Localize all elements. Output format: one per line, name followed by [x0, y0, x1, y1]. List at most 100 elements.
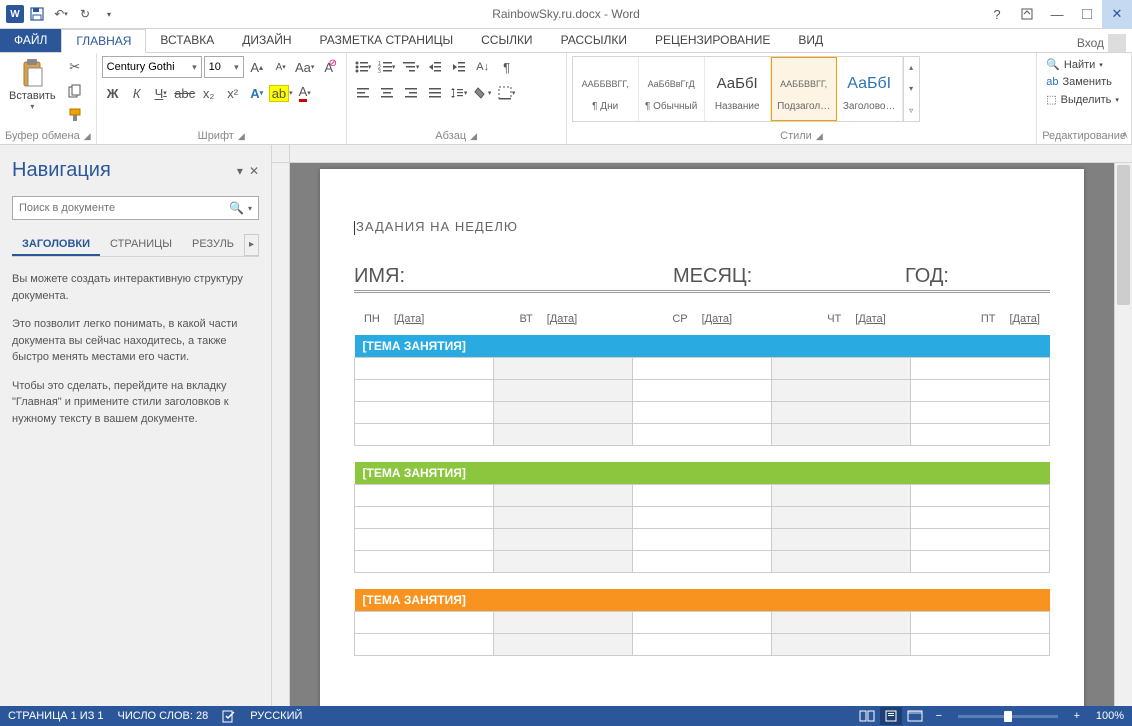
strikethrough-button[interactable]: abc — [174, 82, 196, 104]
tab-design[interactable]: ДИЗАЙН — [228, 28, 305, 52]
format-painter-button[interactable] — [64, 104, 86, 126]
days-row[interactable]: ПН[Дата] ВТ[Дата] СР[Дата] ЧТ[Дата] ПТ[Д… — [354, 313, 1050, 325]
doc-subtitle[interactable]: ЗАДАНИЯ НА НЕДЕЛЮ — [354, 219, 1050, 235]
nav-tab-headings[interactable]: ЗАГОЛОВКИ — [12, 234, 100, 256]
superscript-button[interactable]: x² — [222, 82, 244, 104]
bold-button[interactable]: Ж — [102, 82, 124, 104]
align-left-button[interactable] — [352, 82, 374, 104]
nav-options-button[interactable]: ▾ — [237, 164, 243, 178]
search-options-button[interactable]: ▾ — [248, 204, 252, 213]
save-button[interactable] — [26, 3, 48, 25]
highlight-button[interactable]: ab▾ — [270, 82, 292, 104]
name-field-label[interactable]: ИМЯ: — [354, 265, 673, 288]
line-spacing-button[interactable]: ▾ — [448, 82, 470, 104]
styles-gallery-more[interactable]: ▴▾▿ — [903, 57, 919, 121]
nav-tabs-scroll-right[interactable]: ▸ — [244, 234, 259, 256]
copy-button[interactable] — [64, 80, 86, 102]
numbering-button[interactable]: 123▾ — [376, 56, 398, 78]
language-indicator[interactable]: РУССКИЙ — [250, 710, 302, 722]
month-field-label[interactable]: МЕСЯЦ: — [673, 265, 905, 288]
font-color-button[interactable]: A▾ — [294, 82, 316, 104]
tab-page-layout[interactable]: РАЗМЕТКА СТРАНИЦЫ — [306, 28, 468, 52]
change-case-button[interactable]: Aa▾ — [294, 56, 316, 78]
align-center-button[interactable] — [376, 82, 398, 104]
page-indicator[interactable]: СТРАНИЦА 1 ИЗ 1 — [8, 710, 104, 722]
subject-table-2[interactable]: [ТЕМА ЗАНЯТИЯ] — [354, 462, 1050, 573]
redo-button[interactable]: ↻ — [74, 3, 96, 25]
tab-references[interactable]: ССЫЛКИ — [467, 28, 546, 52]
year-field-label[interactable]: ГОД: — [905, 265, 1050, 288]
italic-button[interactable]: К — [126, 82, 148, 104]
tab-file[interactable]: ФАЙЛ — [0, 28, 61, 52]
replace-button[interactable]: abЗаменить — [1042, 74, 1123, 90]
align-right-button[interactable] — [400, 82, 422, 104]
font-size-combo[interactable]: 10▾ — [204, 56, 244, 78]
help-button[interactable]: ? — [982, 0, 1012, 29]
select-button[interactable]: ⬚Выделить▾ — [1042, 91, 1123, 108]
subscript-button[interactable]: x₂ — [198, 82, 220, 104]
document-canvas[interactable]: ЗАДАНИЯ НА НЕДЕЛЮ ИМЯ: МЕСЯЦ: ГОД: ПН[Да… — [290, 163, 1114, 706]
justify-button[interactable] — [424, 82, 446, 104]
sign-in-area[interactable]: Вход — [1077, 34, 1132, 52]
tab-insert[interactable]: ВСТАВКА — [146, 28, 228, 52]
clear-formatting-button[interactable]: A⊘ — [318, 56, 340, 78]
web-layout-button[interactable] — [904, 707, 926, 725]
show-marks-button[interactable]: ¶ — [496, 56, 518, 78]
clipboard-dialog-launcher[interactable]: ◢ — [84, 131, 91, 142]
bullets-button[interactable]: ▾ — [352, 56, 374, 78]
font-name-combo[interactable]: Century Gothi▾ — [102, 56, 202, 78]
proofing-button[interactable] — [222, 709, 236, 723]
nav-close-button[interactable]: ✕ — [249, 164, 259, 178]
vertical-scrollbar[interactable] — [1114, 163, 1132, 706]
undo-button[interactable]: ↶▾ — [50, 3, 72, 25]
scrollbar-thumb[interactable] — [1117, 165, 1130, 305]
styles-gallery[interactable]: ААББВВГГ,¶ Дни АаБбВвГгД¶ Обычный АаБбІН… — [572, 56, 920, 122]
find-button[interactable]: 🔍Найти▾ — [1042, 56, 1123, 73]
tab-review[interactable]: РЕЦЕНЗИРОВАНИЕ — [641, 28, 784, 52]
ribbon-display-options-button[interactable] — [1012, 0, 1042, 29]
zoom-out-button[interactable]: − — [928, 707, 950, 725]
styles-dialog-launcher[interactable]: ◢ — [816, 131, 823, 142]
nav-tab-pages[interactable]: СТРАНИЦЫ — [100, 234, 182, 256]
shrink-font-button[interactable]: A▾ — [270, 56, 292, 78]
search-icon[interactable]: 🔍 — [229, 201, 244, 215]
style-item[interactable]: АаБбІНазвание — [705, 57, 771, 121]
subject-table-3[interactable]: [ТЕМА ЗАНЯТИЯ] — [354, 589, 1050, 656]
subject-table-1[interactable]: [ТЕМА ЗАНЯТИЯ] — [354, 335, 1050, 446]
vertical-ruler[interactable] — [272, 163, 290, 706]
grow-font-button[interactable]: A▴ — [246, 56, 268, 78]
print-layout-button[interactable] — [880, 707, 902, 725]
subject-header[interactable]: [ТЕМА ЗАНЯТИЯ] — [355, 589, 1050, 612]
tab-view[interactable]: ВИД — [784, 28, 837, 52]
underline-button[interactable]: Ч▾ — [150, 82, 172, 104]
nav-search-box[interactable]: 🔍 ▾ — [12, 196, 259, 220]
increase-indent-button[interactable] — [448, 56, 470, 78]
form-header-row[interactable]: ИМЯ: МЕСЯЦ: ГОД: — [354, 265, 1050, 293]
zoom-level[interactable]: 100% — [1096, 710, 1124, 722]
nav-tab-results[interactable]: РЕЗУЛЬ — [182, 234, 244, 256]
tab-mailings[interactable]: РАССЫЛКИ — [547, 28, 641, 52]
paste-button[interactable]: Вставить ▾ — [5, 56, 60, 113]
collapse-ribbon-button[interactable]: ˄ — [1122, 130, 1128, 142]
zoom-slider[interactable] — [958, 715, 1058, 718]
text-effects-button[interactable]: A▾ — [246, 82, 268, 104]
cut-button[interactable]: ✂ — [64, 56, 86, 78]
font-dialog-launcher[interactable]: ◢ — [238, 131, 245, 142]
sort-button[interactable]: A↓ — [472, 56, 494, 78]
qat-customize-button[interactable]: ▾ — [98, 3, 120, 25]
zoom-slider-knob[interactable] — [1004, 711, 1012, 722]
zoom-in-button[interactable]: + — [1066, 707, 1088, 725]
shading-button[interactable]: ▾ — [472, 82, 494, 104]
multilevel-list-button[interactable]: ▾ — [400, 56, 422, 78]
search-input[interactable] — [19, 202, 229, 214]
close-button[interactable]: ✕ — [1102, 0, 1132, 29]
style-item[interactable]: АаБбВвГгД¶ Обычный — [639, 57, 705, 121]
subject-header[interactable]: [ТЕМА ЗАНЯТИЯ] — [355, 462, 1050, 485]
subject-header[interactable]: [ТЕМА ЗАНЯТИЯ] — [355, 335, 1050, 358]
maximize-button[interactable] — [1072, 0, 1102, 29]
style-item-selected[interactable]: ААББВВГГ,Подзагол… — [771, 57, 837, 121]
tab-home[interactable]: ГЛАВНАЯ — [61, 29, 146, 53]
decrease-indent-button[interactable] — [424, 56, 446, 78]
page[interactable]: ЗАДАНИЯ НА НЕДЕЛЮ ИМЯ: МЕСЯЦ: ГОД: ПН[Да… — [320, 169, 1084, 706]
read-mode-button[interactable] — [856, 707, 878, 725]
